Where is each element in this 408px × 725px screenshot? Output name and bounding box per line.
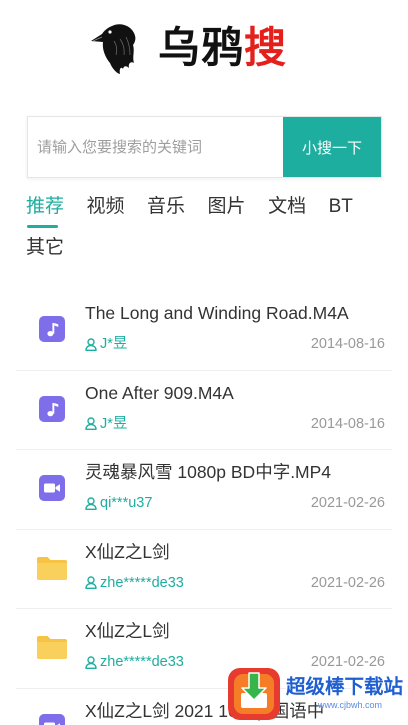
user-icon <box>85 576 97 589</box>
result-uploader[interactable]: J*昱 <box>100 414 127 434</box>
video-file-icon <box>37 712 67 725</box>
result-list: The Long and Winding Road.M4A J*昱 2014-0… <box>16 291 392 725</box>
result-item[interactable]: X仙Z之L剑 zhe*****de33 2021-02-26 <box>16 530 392 609</box>
result-meta: zhe*****de33 2021-02-26 <box>85 573 385 593</box>
tab-recommended[interactable]: 推荐 <box>26 186 64 228</box>
result-meta: J*昱 2014-08-16 <box>85 334 385 354</box>
folder-icon <box>37 632 67 662</box>
result-title[interactable]: The Long and Winding Road.M4A <box>85 302 385 324</box>
brand-logo[interactable]: 乌鸦搜 <box>90 20 287 76</box>
tab-other[interactable]: 其它 <box>26 227 64 268</box>
watermark-title: 超级棒下载站 <box>286 676 404 698</box>
result-date: 2021-02-26 <box>310 574 385 591</box>
result-title[interactable]: 灵魂暴风雪 1080p BD中字.MP4 <box>85 461 385 483</box>
search-input[interactable] <box>28 117 283 177</box>
search-button[interactable]: 小搜一下 <box>283 117 381 177</box>
category-tabs: 推荐 视频 音乐 图片 文档 BT 其它 <box>26 186 382 268</box>
result-title[interactable]: X仙Z之L剑 <box>85 541 385 563</box>
watermark-url: www.cjbwh.com <box>318 700 383 710</box>
result-uploader[interactable]: zhe*****de33 <box>100 652 184 672</box>
user-icon <box>85 655 97 669</box>
result-title[interactable]: X仙Z之L剑 <box>85 620 385 642</box>
user-icon <box>85 417 97 430</box>
brand-name: 乌鸦搜 <box>158 20 287 76</box>
music-file-icon <box>37 394 67 424</box>
tab-bt[interactable]: BT <box>329 186 353 227</box>
result-item[interactable]: One After 909.M4A J*昱 2014-08-16 <box>16 371 392 450</box>
result-meta: qi***u37 2021-02-26 <box>85 493 385 513</box>
search-bar: 小搜一下 <box>27 116 382 178</box>
result-date: 2014-08-16 <box>310 415 385 432</box>
result-date: 2021-02-26 <box>310 495 385 511</box>
result-uploader[interactable]: J*昱 <box>100 334 127 354</box>
video-file-icon <box>37 473 67 503</box>
tab-image[interactable]: 图片 <box>208 186 246 227</box>
brand-name-prefix: 乌鸦 <box>158 24 245 71</box>
result-uploader[interactable]: zhe*****de33 <box>100 573 184 593</box>
download-site-logo-icon <box>226 664 282 722</box>
result-meta: J*昱 2014-08-16 <box>85 414 385 434</box>
tab-document[interactable]: 文档 <box>268 186 306 227</box>
crow-logo-icon <box>90 21 136 75</box>
brand-name-suffix: 搜 <box>244 24 288 71</box>
result-title[interactable]: One After 909.M4A <box>85 382 385 404</box>
result-uploader[interactable]: qi***u37 <box>100 493 152 513</box>
user-icon <box>85 496 97 510</box>
result-item[interactable]: 灵魂暴风雪 1080p BD中字.MP4 qi***u37 2021-02-26 <box>16 450 392 530</box>
tab-music[interactable]: 音乐 <box>147 186 185 227</box>
folder-icon <box>37 553 67 583</box>
tab-video[interactable]: 视频 <box>87 186 125 227</box>
music-file-icon <box>37 314 67 344</box>
result-date: 2014-08-16 <box>310 336 385 352</box>
result-date: 2021-02-26 <box>310 654 385 670</box>
user-icon <box>85 337 97 351</box>
result-item[interactable]: The Long and Winding Road.M4A J*昱 2014-0… <box>16 291 392 371</box>
